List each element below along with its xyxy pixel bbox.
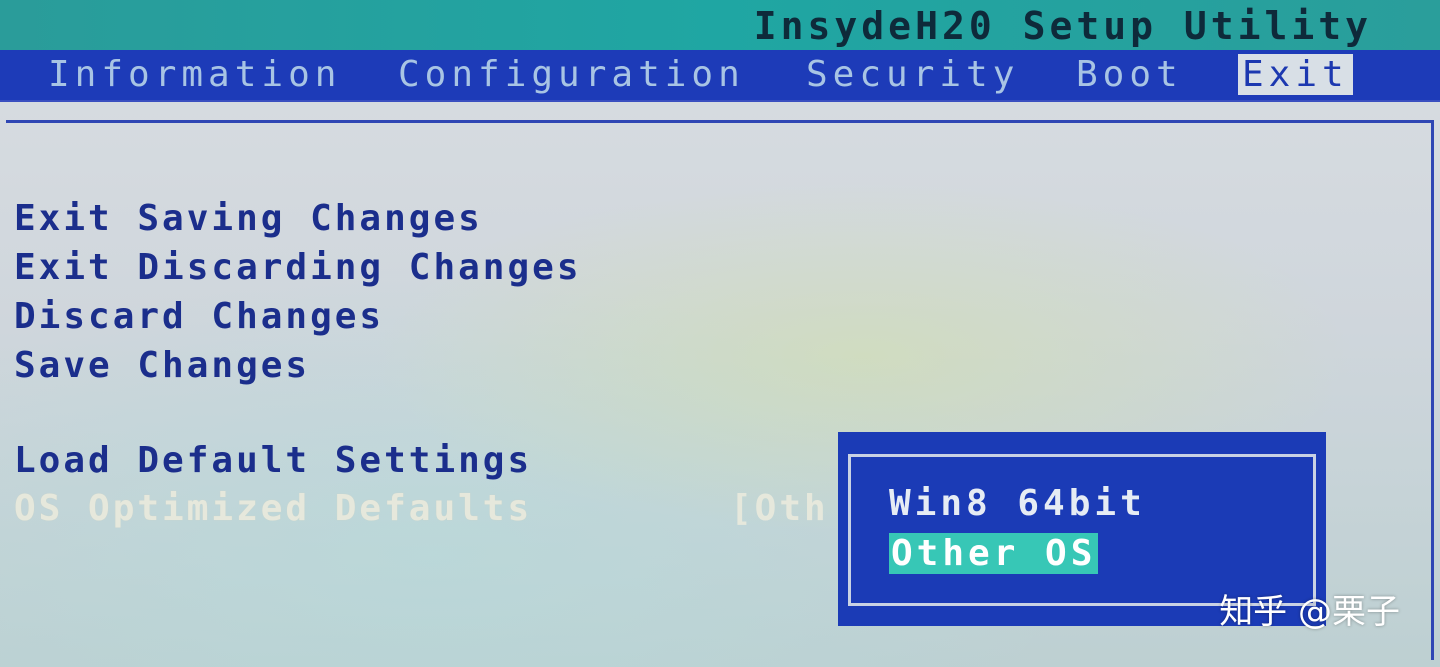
- discard-changes[interactable]: Discard Changes: [14, 296, 384, 337]
- tab-boot[interactable]: Boot: [1076, 54, 1183, 95]
- exit-saving-changes[interactable]: Exit Saving Changes: [14, 198, 483, 239]
- os-optimized-defaults[interactable]: OS Optimized Defaults: [14, 488, 532, 529]
- panel-border-right: [1431, 120, 1434, 660]
- exit-discarding-changes[interactable]: Exit Discarding Changes: [14, 247, 582, 288]
- title-bar: InsydeH20 Setup Utility: [0, 0, 1440, 50]
- load-default-settings[interactable]: Load Default Settings: [14, 440, 532, 481]
- tab-configuration[interactable]: Configuration: [398, 54, 745, 95]
- popup-option-win8-64bit[interactable]: Win8 64bit: [889, 483, 1146, 524]
- popup-option-other-os[interactable]: Other OS: [889, 533, 1099, 574]
- app-title: InsydeH20 Setup Utility: [753, 4, 1372, 48]
- watermark-text: 知乎 @栗子: [1219, 592, 1400, 632]
- tab-exit[interactable]: Exit: [1238, 54, 1353, 95]
- save-changes[interactable]: Save Changes: [14, 345, 310, 386]
- tab-information[interactable]: Information: [48, 54, 341, 95]
- panel-border-top: [6, 120, 1434, 123]
- tab-security[interactable]: Security: [806, 54, 1019, 95]
- os-optimized-defaults-value: [Oth: [730, 488, 829, 529]
- menu-bar: Information Configuration Security Boot …: [0, 50, 1440, 102]
